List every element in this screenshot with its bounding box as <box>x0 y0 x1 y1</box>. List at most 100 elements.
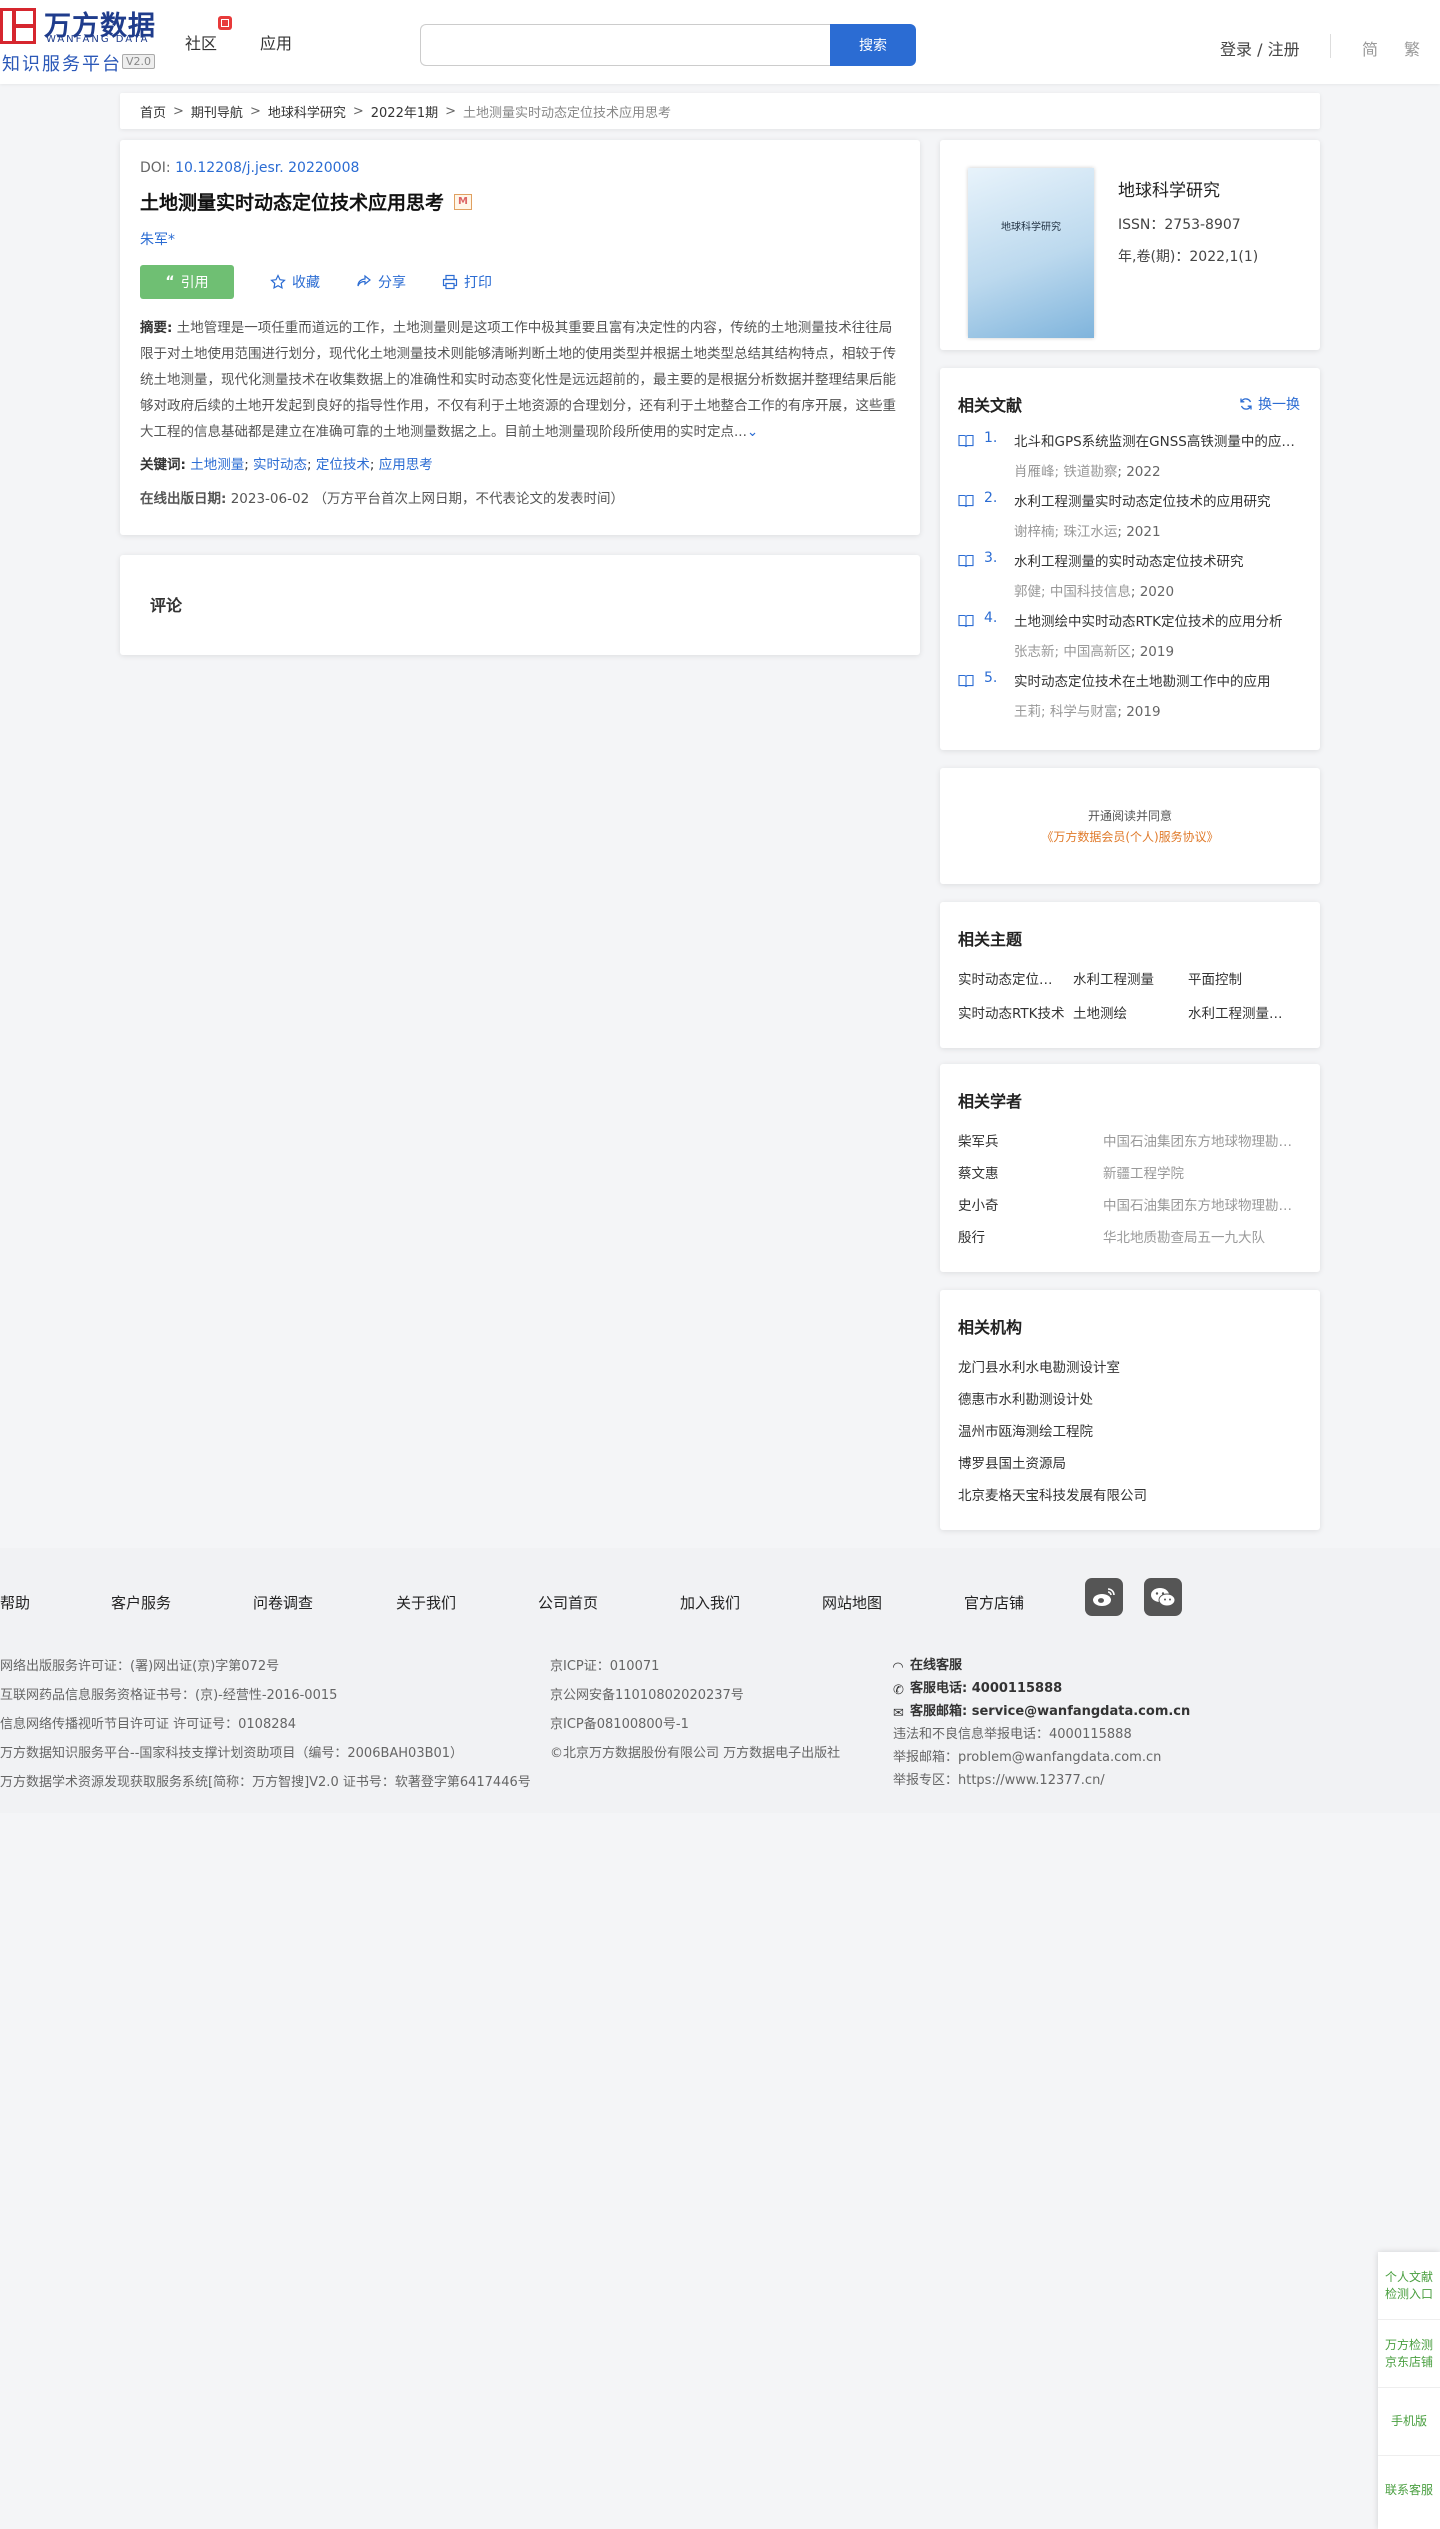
scholar-name[interactable]: 殷行 <box>958 1226 985 1246</box>
report-email[interactable]: 举报邮箱：problem@wanfangdata.com.cn <box>893 1746 1190 1769</box>
keyword-link[interactable]: 应用思考 <box>379 457 433 473</box>
swap-button[interactable]: 换一换 <box>1239 394 1300 414</box>
footer-icp-line[interactable]: 京ICP证：010071 <box>550 1652 840 1681</box>
footer-icp-line[interactable]: 京ICP备08100800号-1 <box>550 1710 840 1739</box>
footer-join-us[interactable]: 加入我们 <box>680 1592 740 1613</box>
footer-official-store[interactable]: 官方店铺 <box>964 1592 1024 1613</box>
scholar-name[interactable]: 蔡文惠 <box>958 1162 999 1182</box>
related-doc-item[interactable]: 4. 土地测绘中实时动态RTK定位技术的应用分析 张志新; 中国高新区; 201… <box>958 610 1302 670</box>
topic-link[interactable]: 平面控制 <box>1188 968 1303 988</box>
doc-title[interactable]: 北斗和GPS系统监测在GNSS高铁测量中的应用研究 <box>1014 430 1304 450</box>
doc-meta: 肖雁峰; 铁道勘察; 2022 <box>1014 464 1161 480</box>
footer-customer-service[interactable]: 客户服务 <box>111 1592 171 1613</box>
float-mobile[interactable]: 手机版 <box>1378 2388 1440 2456</box>
related-scholars-title: 相关学者 <box>958 1092 1023 1111</box>
doc-meta: 郭健; 中国科技信息; 2020 <box>1014 584 1175 600</box>
print-button[interactable]: 打印 <box>442 272 492 292</box>
doc-number: 4. <box>984 610 998 626</box>
journal-card: 地球科学研究 地球科学研究 ISSN：2753-8907 年,卷(期)：2022… <box>940 140 1320 350</box>
related-docs-list: 1. 北斗和GPS系统监测在GNSS高铁测量中的应用研究 肖雁峰; 铁道勘察; … <box>958 430 1304 730</box>
book-icon <box>958 434 974 448</box>
headset-icon: ◠ <box>893 1660 903 1675</box>
doc-authors: 谢梓楠; 珠江水运 <box>1014 524 1118 540</box>
breadcrumb-journal[interactable]: 地球科学研究 <box>268 102 346 121</box>
float-contact[interactable]: 联系客服 <box>1378 2456 1440 2524</box>
scholar-name[interactable]: 柴军兵 <box>958 1130 999 1150</box>
float-jd-store[interactable]: 万方检测京东店铺 <box>1378 2320 1440 2388</box>
nav-community[interactable]: 社区 <box>185 16 232 54</box>
journal-cover[interactable]: 地球科学研究 <box>968 168 1094 338</box>
breadcrumb-home[interactable]: 首页 <box>140 102 166 121</box>
topic-link[interactable]: 水利工程测量 <box>1073 968 1188 988</box>
cite-button[interactable]: “ 引用 <box>140 265 234 299</box>
topic-link[interactable]: 水利工程测量技术 <box>1188 1002 1303 1022</box>
footer-icp-line[interactable]: 京公网安备11010802020237号 <box>550 1681 840 1710</box>
doc-year: 2020 <box>1139 584 1175 600</box>
phone-label: 客服电话: <box>910 1681 968 1696</box>
wechat-icon[interactable] <box>1144 1578 1182 1616</box>
topic-link[interactable]: 实时动态RTK技术 <box>958 1002 1073 1022</box>
email-value[interactable]: service@wanfangdata.com.cn <box>972 1704 1191 1719</box>
search-button[interactable]: 搜索 <box>830 24 916 66</box>
doc-meta: 张志新; 中国高新区; 2019 <box>1014 644 1175 660</box>
breadcrumb-issue[interactable]: 2022年1期 <box>371 102 438 121</box>
share-icon <box>357 274 371 287</box>
breadcrumb-journals[interactable]: 期刊导航 <box>191 102 243 121</box>
scholar-row[interactable]: 殷行 华北地质勘查局五一九大队 <box>958 1226 1302 1258</box>
keyword-link[interactable]: 土地测量 <box>190 457 244 473</box>
topic-link[interactable]: 实时动态定位技术 <box>958 968 1073 988</box>
doc-title[interactable]: 水利工程测量的实时动态定位技术研究 <box>1014 550 1304 570</box>
expand-icon[interactable]: ⌄ <box>747 424 758 440</box>
footer-company-home[interactable]: 公司首页 <box>538 1592 598 1613</box>
related-scholars-card: 相关学者 柴军兵中国石油集团东方地球物理勘探有限责任公司 蔡文惠新疆工程学院 史… <box>940 1064 1320 1272</box>
footer-about[interactable]: 关于我们 <box>396 1592 456 1613</box>
favorite-button[interactable]: 收藏 <box>270 272 320 292</box>
keyword-link[interactable]: 实时动态 <box>253 457 307 473</box>
footer-help[interactable]: 帮助 <box>0 1592 30 1613</box>
institution-link[interactable]: 博罗县国土资源局 <box>958 1452 1302 1484</box>
online-service-link[interactable]: ◠ 在线客服 <box>893 1654 1190 1677</box>
phone-icon: ✆ <box>893 1683 904 1698</box>
share-button[interactable]: 分享 <box>356 272 406 292</box>
float-personal-check[interactable]: 个人文献检测入口 <box>1378 2252 1440 2320</box>
footer-survey[interactable]: 问卷调查 <box>253 1592 313 1613</box>
publish-date-note: （万方平台首次上网日期，不代表论文的发表时间） <box>313 491 624 507</box>
doi-link[interactable]: 10.12208/j.jesr. 20220008 <box>175 160 359 176</box>
swap-label: 换一换 <box>1258 397 1300 413</box>
institution-link[interactable]: 龙门县水利水电勘测设计室 <box>958 1356 1302 1388</box>
institution-link[interactable]: 北京麦格天宝科技发展有限公司 <box>958 1484 1302 1516</box>
nav-apps[interactable]: 应用 <box>260 30 292 54</box>
related-docs-card: 相关文献 换一换 1. 北斗和GPS系统监测在GNSS高铁测量中的应用研究 肖雁… <box>940 368 1320 750</box>
lang-traditional[interactable]: 繁 <box>1404 36 1420 60</box>
report-area[interactable]: 举报专区：https://www.12377.cn/ <box>893 1769 1190 1792</box>
institution-link[interactable]: 德惠市水利勘测设计处 <box>958 1388 1302 1420</box>
institution-link[interactable]: 温州市瓯海测绘工程院 <box>958 1420 1302 1452</box>
cite-label: 引用 <box>180 275 209 291</box>
scholar-row[interactable]: 史小奇 中国石油集团东方地球物理勘探有限责任公司 <box>958 1194 1303 1226</box>
topic-link[interactable]: 土地测绘 <box>1073 1002 1188 1022</box>
doc-title[interactable]: 土地测绘中实时动态RTK定位技术的应用分析 <box>1014 610 1304 630</box>
search-input[interactable] <box>420 24 830 66</box>
book-icon <box>958 614 974 628</box>
doc-title[interactable]: 实时动态定位技术在土地勘测工作中的应用 <box>1014 670 1304 690</box>
login-register-link[interactable]: 登录 / 注册 <box>1220 36 1300 60</box>
publish-date-label: 在线出版日期: <box>140 491 227 507</box>
agreement-link[interactable]: 《万方数据会员(个人)服务协议》 <box>1041 828 1218 845</box>
scholar-row[interactable]: 柴军兵 中国石油集团东方地球物理勘探有限责任公司 <box>958 1130 1303 1162</box>
lang-simplified[interactable]: 简 <box>1362 36 1378 60</box>
keyword-link[interactable]: 定位技术 <box>316 457 370 473</box>
scholar-name[interactable]: 史小奇 <box>958 1194 999 1214</box>
related-doc-item[interactable]: 5. 实时动态定位技术在土地勘测工作中的应用 王莉; 科学与财富; 2019 <box>958 670 1302 730</box>
scholar-row[interactable]: 蔡文惠 新疆工程学院 <box>958 1162 1302 1194</box>
related-doc-item[interactable]: 1. 北斗和GPS系统监测在GNSS高铁测量中的应用研究 肖雁峰; 铁道勘察; … <box>958 430 1304 490</box>
phone-value: 4000115888 <box>971 1681 1063 1696</box>
related-doc-item[interactable]: 2. 水利工程测量实时动态定位技术的应用研究 谢梓楠; 珠江水运; 2021 <box>958 490 1302 550</box>
journal-name[interactable]: 地球科学研究 <box>1118 176 1220 201</box>
new-badge-icon <box>218 16 232 30</box>
related-doc-item[interactable]: 3. 水利工程测量的实时动态定位技术研究 郭健; 中国科技信息; 2020 <box>958 550 1302 610</box>
doc-title[interactable]: 水利工程测量实时动态定位技术的应用研究 <box>1014 490 1304 510</box>
journal-volume: 年,卷(期)：2022,1(1) <box>1118 249 1259 265</box>
author-link[interactable]: 朱军* <box>140 229 900 249</box>
footer-sitemap[interactable]: 网站地图 <box>822 1592 882 1613</box>
weibo-icon[interactable] <box>1085 1578 1123 1616</box>
